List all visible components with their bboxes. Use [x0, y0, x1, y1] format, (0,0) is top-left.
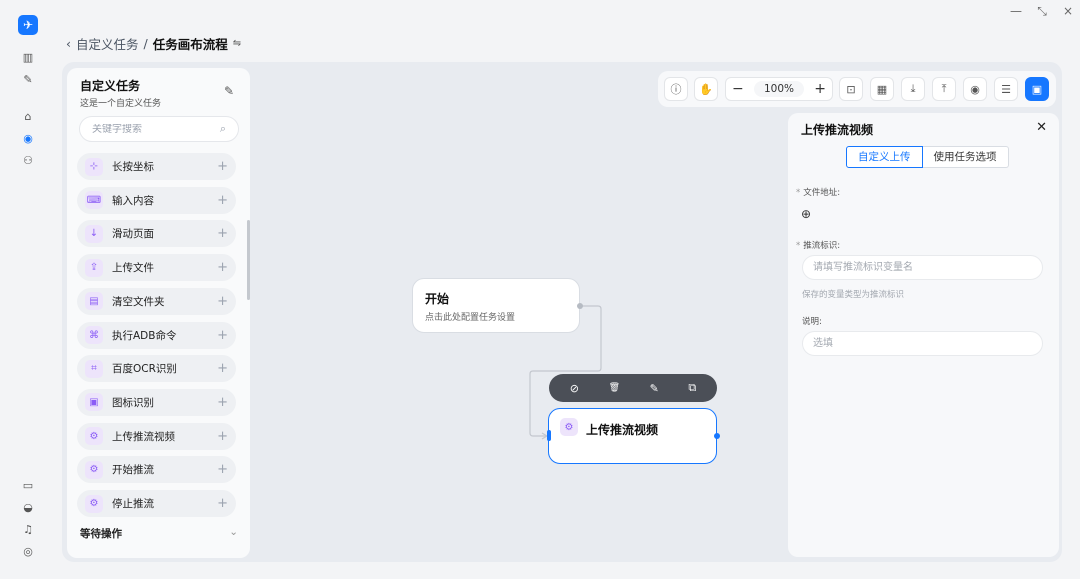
note-input[interactable]	[802, 331, 1043, 356]
file-address-label-text: 文件地址:	[803, 188, 841, 198]
properties-panel: 上传推流视频 ✕ 自定义上传 使用任务选项 *文件地址: ⊕ *推流标识: 保存…	[788, 113, 1059, 557]
close-icon[interactable]: ✕	[1036, 120, 1047, 135]
stream-id-label: * 推流标识:	[796, 239, 840, 251]
required-mark: *	[796, 188, 801, 198]
node-action-bar: ⊘ 🗑 ✎ ⧉	[549, 374, 717, 402]
edit-icon[interactable]: ✎	[650, 382, 659, 395]
gear-icon: ⚙	[560, 418, 578, 436]
start-node-output-port[interactable]	[577, 303, 583, 309]
tab-custom-upload[interactable]: 自定义上传	[846, 146, 923, 168]
stream-id-label-text: 推流标识:	[803, 241, 841, 251]
start-node[interactable]: 开始 点击此处配置任务设置	[412, 278, 580, 333]
start-node-title: 开始	[425, 292, 450, 306]
upload-stream-video-node[interactable]: ⚙ 上传推流视频	[548, 408, 717, 464]
note-label: 说明:	[802, 317, 822, 327]
disable-icon[interactable]: ⊘	[570, 382, 579, 395]
start-node-description: 点击此处配置任务设置	[425, 313, 516, 323]
required-mark: *	[796, 241, 801, 251]
stream-id-input[interactable]	[802, 255, 1043, 280]
selected-node-title: 上传推流视频	[586, 423, 659, 437]
node-output-port[interactable]	[714, 433, 720, 439]
stream-id-hint: 保存的变量类型为推流标识	[802, 290, 905, 300]
node-input-port[interactable]	[547, 430, 551, 441]
tab-task-options[interactable]: 使用任务选项	[922, 146, 1009, 168]
copy-icon[interactable]: ⧉	[688, 381, 696, 395]
mode-tabs: 自定义上传 使用任务选项	[846, 146, 1009, 168]
properties-title: 上传推流视频	[801, 123, 874, 137]
file-address-label: * 文件地址:	[796, 186, 840, 198]
add-file-icon[interactable]: ⊕	[801, 207, 811, 221]
delete-icon[interactable]: 🗑	[609, 383, 620, 393]
